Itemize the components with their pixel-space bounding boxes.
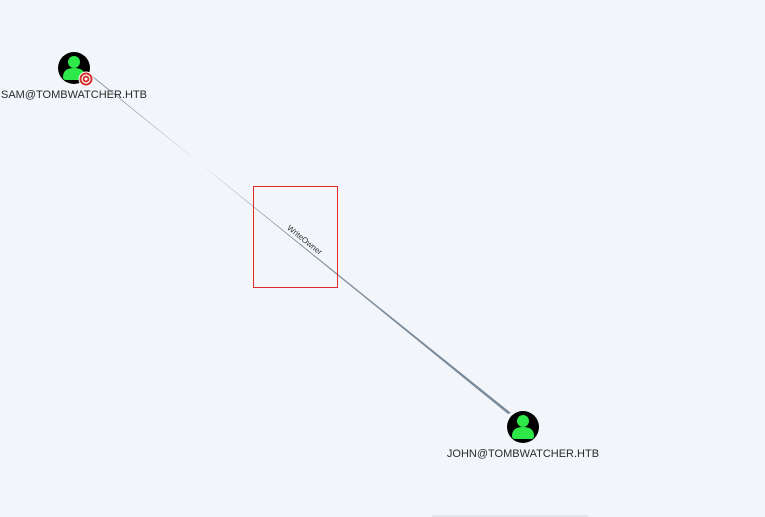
edge-label: WriteOwner	[285, 223, 324, 257]
node-john[interactable]	[507, 411, 539, 443]
node-label-sam[interactable]: SAM@TOMBWATCHER.HTB	[1, 89, 147, 101]
edge-line[interactable]	[90, 74, 511, 414]
edge-writeowner[interactable]: WriteOwner	[90, 74, 511, 414]
node-sam[interactable]	[58, 52, 94, 87]
target-icon	[78, 71, 94, 87]
graph-canvas[interactable]: WriteOwner	[0, 0, 765, 517]
node-label-john[interactable]: JOHN@TOMBWATCHER.HTB	[447, 448, 599, 460]
